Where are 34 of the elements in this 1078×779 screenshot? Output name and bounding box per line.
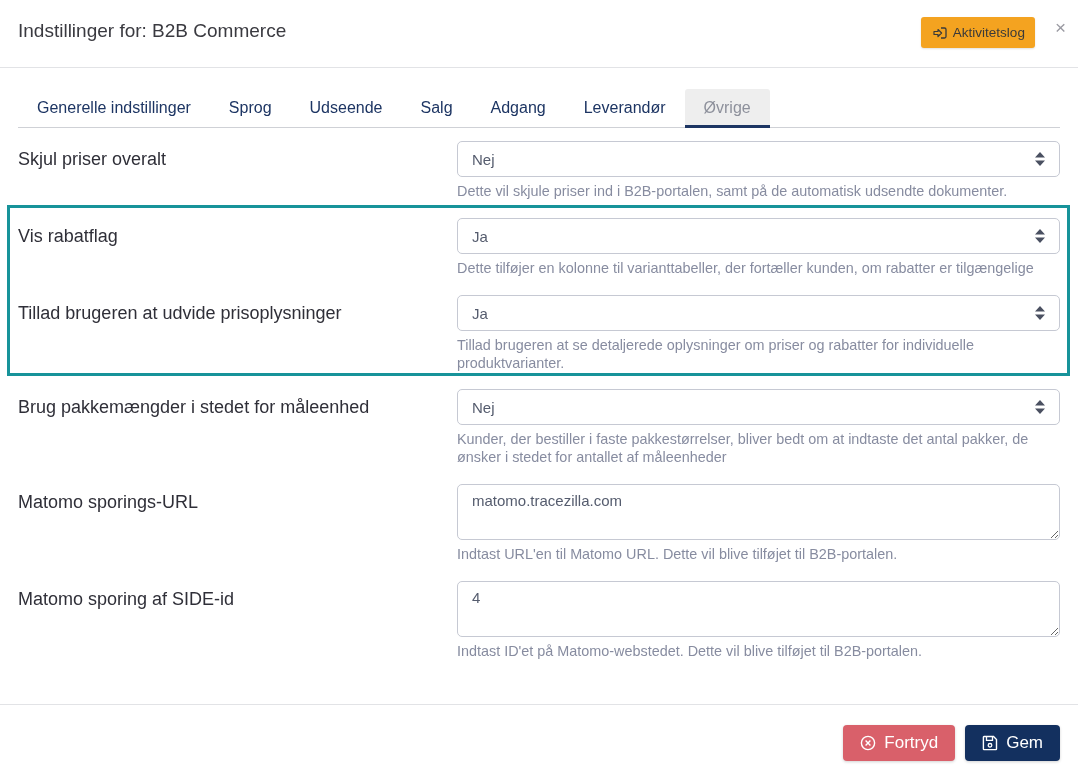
sort-caret-icon [1035, 306, 1045, 320]
setting-label: Matomo sporings-URL [18, 491, 200, 514]
cancel-button[interactable]: Fortryd [843, 725, 956, 761]
tab[interactable]: Generelle indstillinger [18, 89, 210, 128]
setting-label: Tillad brugeren at udvide prisoplysninger [18, 302, 343, 325]
help-text: Indtast URL'en til Matomo URL. Dette vil blive tilføjet til B2B-portalen. [457, 545, 899, 563]
sign-in-icon [932, 26, 947, 39]
setting-label: Skjul priser overalt [18, 148, 168, 171]
help-text: Kunder, der bestiller i faste pakkestørrelser, bliver bedt om at indtaste det antal pakker, de ønsker i stedet for antallet af måleenheder [457, 430, 1030, 466]
tab[interactable]: Adgang [471, 89, 565, 128]
setting-label: Matomo sporing af SIDE-id [18, 588, 236, 611]
text-area-field[interactable]: matomo.tracezilla.com [457, 484, 1060, 540]
help-text: Dette tilføjer en kolonne til varianttabeller, der fortæller kunden, om rabatter er tilgængelige [457, 259, 1035, 277]
tab[interactable]: Sprog [209, 89, 291, 128]
activity-log-button[interactable]: Aktivitetslog [920, 17, 1035, 48]
setting-label: Vis rabatflag [18, 225, 119, 248]
dialog-title: Indstillinger for: B2B Commerce [18, 19, 287, 43]
select-field[interactable]: Nej [457, 389, 1060, 425]
tab[interactable]: Udseende [290, 89, 402, 128]
select-field[interactable]: Ja [457, 295, 1060, 331]
help-text: Tillad brugeren at se detaljerede oplysninger om priser og rabatter for individuelle produktvarianter. [457, 336, 976, 372]
sort-caret-icon [1035, 229, 1045, 243]
help-text: Indtast ID'et på Matomo-webstedet. Dette vil blive tilføjet til B2B-portalen. [457, 642, 924, 660]
tab[interactable]: Leverandør [564, 89, 685, 128]
help-text: Dette vil skjule priser ind i B2B-portalen, samt på de automatisk udsendte dokumenter. [457, 182, 1009, 200]
select-field[interactable]: Nej [457, 141, 1060, 177]
select-field[interactable]: Ja [457, 218, 1060, 254]
setting-label: Brug pakkemængder i stedet for måleenhed [18, 396, 371, 419]
sort-caret-icon [1035, 152, 1045, 166]
tab[interactable]: Salg [401, 89, 472, 128]
save-button[interactable]: Gem [965, 725, 1060, 761]
circle-x-icon [860, 735, 877, 751]
text-area-field[interactable]: 4 [457, 581, 1060, 637]
sort-caret-icon [1035, 400, 1045, 414]
